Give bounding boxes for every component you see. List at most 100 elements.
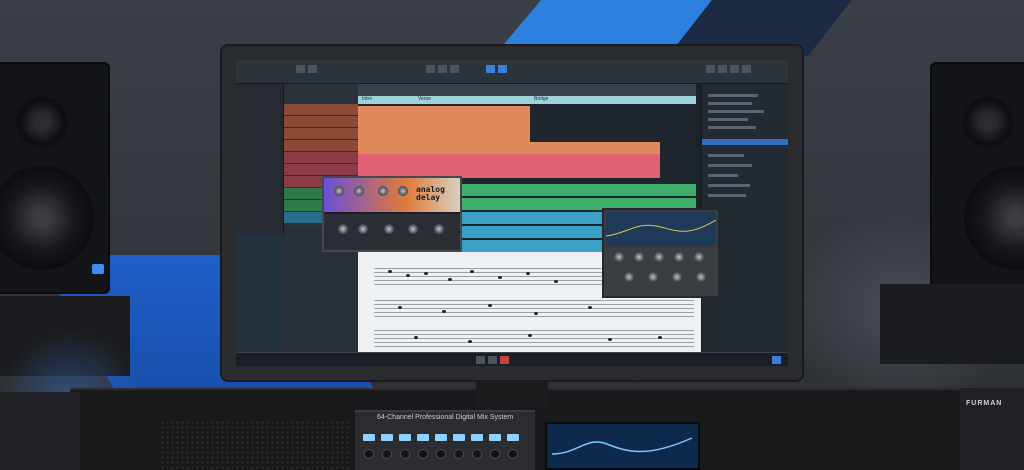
note[interactable] [608,338,612,341]
note[interactable] [658,336,662,339]
eq-knob[interactable] [672,272,682,282]
note[interactable] [498,276,502,279]
toolbar-button[interactable] [296,65,305,73]
browser-item[interactable] [708,184,750,187]
plugin-knob[interactable] [408,224,418,234]
audio-event[interactable] [358,106,530,118]
mixer-knob[interactable] [382,449,392,459]
timeline-ruler[interactable] [358,84,696,96]
toolbar-button[interactable] [308,65,317,73]
mixer-touchscreen[interactable] [545,422,700,470]
eq-knob[interactable] [634,252,644,262]
browser-item[interactable] [708,126,756,129]
audio-event[interactable] [358,130,530,142]
mixer-knob[interactable] [436,449,446,459]
mixer-knob[interactable] [418,449,428,459]
eq-knob[interactable] [674,252,684,262]
browser-item[interactable] [708,94,758,97]
toolbar-button[interactable] [718,65,727,73]
track-header[interactable] [284,152,358,163]
audio-event[interactable] [358,142,660,154]
eq-knob[interactable] [696,272,706,282]
mixer-button[interactable] [507,434,519,441]
mixer-button[interactable] [363,434,375,441]
marker-track[interactable]: Intro Verse Bridge [358,96,696,104]
toolbar-button[interactable] [426,65,435,73]
mixer-knob[interactable] [508,449,518,459]
eq-knob[interactable] [624,272,634,282]
audio-event[interactable] [358,118,530,130]
eq-knob[interactable] [654,252,664,262]
audio-event[interactable] [358,154,660,166]
record-button[interactable] [500,356,509,364]
note[interactable] [406,274,410,277]
note[interactable] [470,270,474,273]
browser-item[interactable] [708,164,752,167]
plugin-knob[interactable] [434,224,444,234]
mixer-button[interactable] [381,434,393,441]
toolbar-button[interactable] [438,65,447,73]
eq-knob[interactable] [648,272,658,282]
stop-button[interactable] [488,356,497,364]
plugin-knob[interactable] [354,186,364,196]
track-header[interactable] [284,128,358,139]
plugin-knob[interactable] [334,186,344,196]
eq-plugin-window[interactable] [602,208,720,298]
note[interactable] [534,312,538,315]
mixer-button[interactable] [489,434,501,441]
eq-knob[interactable] [614,252,624,262]
toolbar-button[interactable] [498,65,507,73]
note[interactable] [528,334,532,337]
browser-item[interactable] [708,118,748,121]
note[interactable] [468,340,472,343]
browser-item[interactable] [708,154,744,157]
mixer-knob[interactable] [400,449,410,459]
mixer-knob[interactable] [490,449,500,459]
note[interactable] [442,310,446,313]
plugin-knob[interactable] [378,186,388,196]
plugin-knob[interactable] [398,186,408,196]
browser-item[interactable] [708,110,764,113]
mixer-knob[interactable] [454,449,464,459]
note[interactable] [554,280,558,283]
plugin-knob[interactable] [358,224,368,234]
play-button[interactable] [476,356,485,364]
track-header[interactable] [284,116,358,127]
toolbar-button[interactable] [742,65,751,73]
eq-knob[interactable] [694,252,704,262]
mixer-button[interactable] [417,434,429,441]
mixer-knob[interactable] [364,449,374,459]
mixer-button[interactable] [471,434,483,441]
mixer-knob[interactable] [472,449,482,459]
note[interactable] [424,272,428,275]
toolbar-button[interactable] [730,65,739,73]
browser-selected-item[interactable] [702,139,788,145]
browser-item[interactable] [708,174,738,177]
mixer-button[interactable] [399,434,411,441]
woofer [0,166,94,270]
toolbar-button[interactable] [486,65,495,73]
note[interactable] [414,336,418,339]
plugin-knob[interactable] [384,224,394,234]
channel-strip[interactable] [236,234,284,352]
track-header[interactable] [284,104,358,115]
eq-graph[interactable] [605,212,717,246]
daw-screen: Intro Verse Bridge analog delay [236,60,788,366]
mixer-button[interactable] [453,434,465,441]
note[interactable] [488,304,492,307]
analog-delay-plugin-window[interactable]: analog delay [322,176,462,252]
toolbar-button[interactable] [706,65,715,73]
browser-item[interactable] [708,194,746,197]
note[interactable] [448,278,452,281]
track-header[interactable] [284,140,358,151]
note[interactable] [526,272,530,275]
note[interactable] [398,306,402,309]
browser-item[interactable] [708,102,752,105]
note[interactable] [588,306,592,309]
note[interactable] [388,270,392,273]
browse-button[interactable] [772,356,781,364]
toolbar-button[interactable] [450,65,459,73]
plugin-knob[interactable] [338,224,348,234]
track-header[interactable] [284,164,358,175]
mixer-button[interactable] [435,434,447,441]
